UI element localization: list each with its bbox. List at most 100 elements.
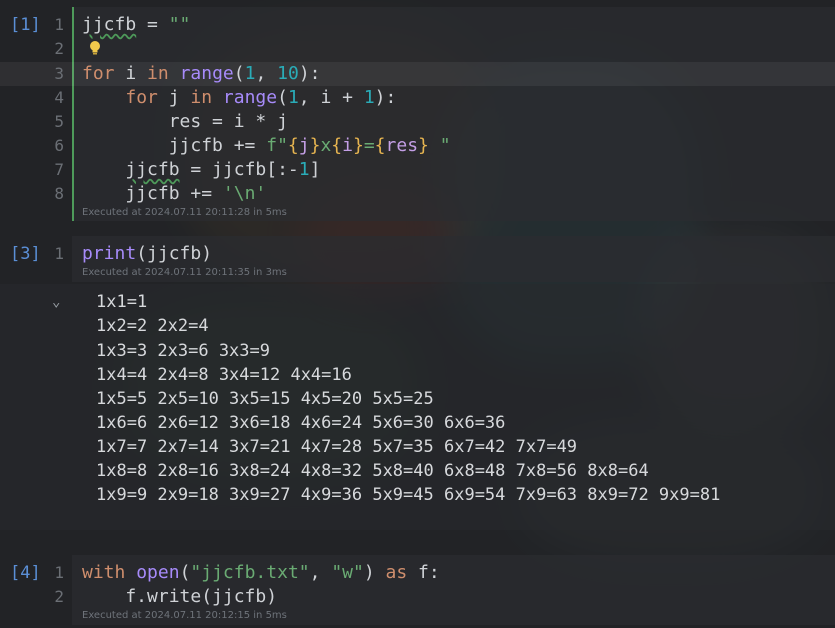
code-token: for [125, 87, 158, 108]
line-number: 8 [54, 184, 64, 203]
code-token: range [222, 87, 278, 108]
code-line[interactable]: jjcfb = jjcfb[:-1] [82, 158, 320, 182]
code-token: " [428, 135, 451, 156]
notebook-cell-4[interactable]: [4] 1 2 with open("jjcfb.txt", "w") as f… [0, 555, 835, 625]
output-line: 1x3=3 2x3=6 3x3=9 [96, 341, 270, 361]
code-line[interactable]: jjcfb += f"{j}x{i}={res} " [82, 134, 451, 158]
line-number: 2 [54, 587, 64, 606]
execution-count: [1] [10, 15, 41, 35]
code-token: res [385, 135, 419, 156]
line-number: 7 [54, 160, 64, 179]
code-token: , [255, 63, 278, 84]
code-token: } [309, 135, 321, 156]
code-token: j [298, 135, 310, 156]
code-token: { [287, 135, 299, 156]
line-number: 2 [54, 39, 64, 58]
code-line[interactable]: for j in range(1, i + 1): [82, 86, 396, 110]
code-token: } [418, 135, 429, 156]
notebook-cell-1[interactable]: [1] 1 2 3 4 5 6 7 8 jjcfb = "" for i in … [0, 7, 835, 221]
code-token: print [82, 243, 137, 264]
code-token: jjcfb += [82, 183, 223, 204]
code-token: in [190, 87, 213, 108]
code-line[interactable]: jjcfb = "" [82, 13, 190, 37]
code-token: { [374, 135, 386, 156]
execution-info: Executed at 2024.07.11 20:11:28 in 5ms [82, 207, 287, 218]
code-token: for [82, 63, 115, 84]
code-token: f.write(jjcfb) [82, 586, 278, 607]
code-token: ( [277, 87, 288, 108]
code-token: 1 [287, 87, 299, 108]
line-number: 4 [54, 88, 64, 107]
code-token: in [147, 63, 169, 84]
line-number: 6 [54, 136, 64, 155]
code-token: (jjcfb) [136, 243, 213, 264]
output-line: 1x6=6 2x6=12 3x6=18 4x6=24 5x6=30 6x6=36 [96, 413, 506, 433]
code-token: = [363, 135, 375, 156]
execution-info: Executed at 2024.07.11 20:12:15 in 5ms [82, 610, 287, 621]
code-token: , i + [298, 87, 364, 108]
code-token: open [136, 562, 180, 583]
output-line: 1x2=2 2x2=4 [96, 316, 209, 336]
line-number: 5 [54, 112, 64, 131]
code-token: jjcfb [125, 159, 180, 180]
code-token: jjcfb [82, 14, 137, 35]
code-token: ( [179, 562, 191, 583]
chevron-down-icon[interactable]: ⌄ [52, 294, 60, 310]
code-token: "w" [331, 562, 364, 583]
code-token: i [342, 135, 353, 156]
code-token: ] [309, 159, 321, 180]
output-line: 1x1=1 [96, 292, 148, 312]
notebook-cell-2[interactable]: [3] 1 print(jjcfb) Executed at 2024.07.1… [0, 236, 835, 282]
code-token: 1 [298, 159, 310, 180]
output-line: 1x8=8 2x8=16 3x8=24 4x8=32 5x8=40 6x8=48… [96, 461, 649, 481]
code-token: ): [374, 87, 397, 108]
code-token: x [320, 135, 332, 156]
code-token: ): [298, 63, 321, 84]
output-line: 1x5=5 2x5=10 3x5=15 4x5=20 5x5=25 [96, 389, 434, 409]
code-token: res = i * j [82, 111, 288, 132]
code-token: 1 [363, 87, 375, 108]
output-line: 1x9=9 2x9=18 3x9=27 4x9=36 5x9=45 6x9=54… [96, 485, 721, 505]
code-token: f: [407, 562, 440, 583]
output-line: 1x4=4 2x4=8 3x4=12 4x4=16 [96, 365, 352, 385]
lightbulb-icon[interactable] [88, 40, 102, 56]
code-token: ) [363, 562, 386, 583]
code-token: as [385, 562, 408, 583]
code-token: f" [266, 135, 288, 156]
code-token: 1 [244, 63, 256, 84]
code-line[interactable]: for i in range(1, 10): [82, 62, 321, 86]
output-line: 1x7=7 2x7=14 3x7=21 4x7=28 5x7=35 6x7=42… [96, 437, 578, 457]
execution-info: Executed at 2024.07.11 20:11:35 in 3ms [82, 267, 287, 278]
code-line[interactable]: print(jjcfb) [82, 242, 212, 266]
cell-output[interactable]: ⌄ 1x1=1 1x2=2 2x2=4 1x3=3 2x3=6 3x3=9 1x… [0, 284, 835, 530]
code-token: range [179, 63, 234, 84]
code-line[interactable]: jjcfb += '\n' [82, 182, 266, 206]
code-token: jjcfb += [82, 135, 267, 156]
code-token: "jjcfb.txt" [190, 562, 310, 583]
code-token: = jjcfb[:- [179, 159, 299, 180]
code-token: } [352, 135, 364, 156]
code-token: i [114, 63, 148, 84]
line-number: 1 [54, 15, 64, 34]
code-token: , [309, 562, 332, 583]
code-token: = [136, 14, 169, 35]
line-number: 1 [54, 563, 64, 582]
code-token: "" [168, 14, 191, 35]
code-line[interactable]: res = i * j [82, 110, 288, 134]
code-token: ( [233, 63, 245, 84]
line-number: 3 [54, 64, 64, 83]
line-number: 1 [54, 244, 64, 263]
code-token: j [157, 87, 191, 108]
execution-count: [3] [10, 244, 41, 264]
code-token: { [331, 135, 343, 156]
code-line[interactable]: f.write(jjcfb) [82, 585, 277, 609]
code-token: with [82, 562, 126, 583]
execution-count: [4] [10, 563, 41, 583]
code-line[interactable]: with open("jjcfb.txt", "w") as f: [82, 561, 440, 585]
code-token: 10 [277, 63, 299, 84]
